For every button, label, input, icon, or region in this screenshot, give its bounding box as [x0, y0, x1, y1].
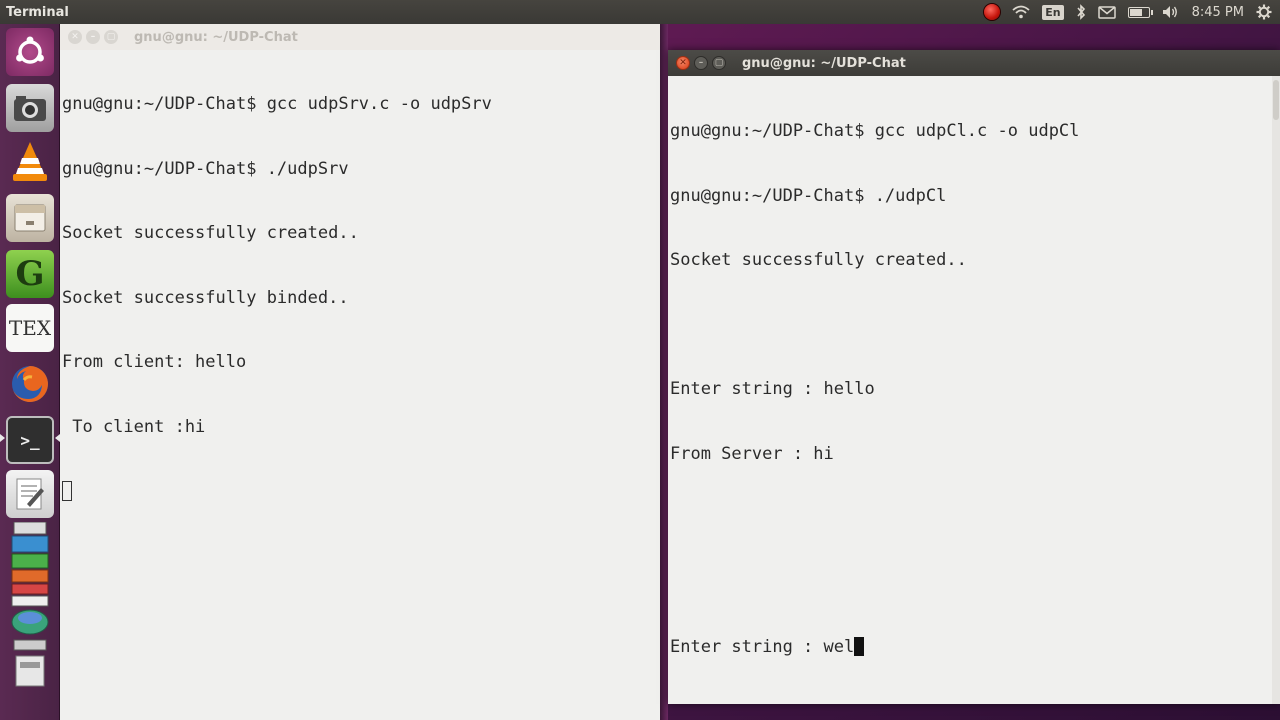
minimize-button[interactable]: –: [86, 30, 100, 44]
top-panel: Terminal En 8:45 PM: [0, 0, 1280, 24]
clock[interactable]: 8:45 PM: [1192, 0, 1244, 24]
active-indicator: [0, 434, 5, 442]
ubuntu-dash-icon[interactable]: [6, 28, 54, 76]
input-line[interactable]: Enter string : wel: [670, 637, 1278, 659]
file-manager-icon[interactable]: [6, 194, 54, 242]
texmaker-icon[interactable]: TEX: [6, 304, 54, 352]
terminal-line: Socket successfully binded..: [62, 287, 349, 308]
volume-icon[interactable]: [1162, 0, 1180, 24]
indicator-area: En 8:45 PM: [984, 0, 1272, 24]
terminal-line: Enter string : hello: [670, 379, 875, 399]
close-button[interactable]: ✕: [68, 30, 82, 44]
record-icon[interactable]: [984, 0, 1001, 24]
terminal-line: Socket successfully created..: [62, 223, 359, 243]
terminal-line: Socket successfully created..: [670, 250, 967, 270]
active-app-title: Terminal: [6, 4, 69, 20]
battery-icon[interactable]: [1127, 0, 1153, 24]
window-title: gnu@gnu: ~/UDP-Chat: [134, 29, 298, 45]
gear-icon[interactable]: [1256, 0, 1272, 24]
server-terminal-window[interactable]: ✕ – ▢ gnu@gnu: ~/UDP-Chat gnu@gnu:~/UDP-…: [60, 24, 660, 720]
terminal-line: gnu@gnu:~/UDP-Chat$ gcc udpCl.c -o udpCl: [670, 121, 1080, 141]
maximize-button[interactable]: ▢: [104, 30, 118, 44]
terminal-line: gnu@gnu:~/UDP-Chat$ ./udpCl: [670, 185, 947, 206]
server-terminal-output[interactable]: gnu@gnu:~/UDP-Chat$ gcc udpSrv.c -o udpS…: [60, 50, 660, 548]
stacked-apps-icon[interactable]: [6, 522, 54, 712]
close-button[interactable]: ✕: [676, 56, 690, 70]
geany-icon[interactable]: G: [6, 250, 54, 298]
terminal-line: From Server : hi: [670, 443, 834, 464]
terminal-line: gnu@gnu:~/UDP-Chat$ ./udpSrv: [62, 158, 349, 179]
language-label: En: [1042, 4, 1064, 20]
server-titlebar[interactable]: ✕ – ▢ gnu@gnu: ~/UDP-Chat: [60, 24, 660, 50]
bluetooth-icon[interactable]: [1076, 0, 1086, 24]
scrollbar[interactable]: [1272, 76, 1280, 704]
firefox-icon[interactable]: [6, 360, 54, 408]
terminal-icon[interactable]: >_: [6, 416, 54, 464]
terminal-line: From client: hello: [62, 352, 247, 372]
terminal-line: gnu@gnu:~/UDP-Chat$ gcc udpSrv.c -o udpS…: [62, 94, 492, 114]
launcher: G TEX >_: [0, 24, 60, 720]
client-titlebar[interactable]: ✕ – ▢ gnu@gnu: ~/UDP-Chat: [668, 50, 1280, 76]
client-terminal-window[interactable]: ✕ – ▢ gnu@gnu: ~/UDP-Chat gnu@gnu:~/UDP-…: [668, 50, 1280, 704]
camera-app-icon[interactable]: [6, 84, 54, 132]
text-editor-icon[interactable]: [6, 470, 54, 518]
keyboard-language-icon[interactable]: En: [1042, 0, 1064, 24]
cursor-line: [62, 481, 658, 503]
input-text: Enter string : wel: [670, 637, 855, 657]
client-terminal-output[interactable]: gnu@gnu:~/UDP-Chat$ gcc udpCl.c -o udpCl…: [668, 76, 1280, 704]
text-cursor: [62, 481, 72, 501]
window-title: gnu@gnu: ~/UDP-Chat: [742, 55, 906, 71]
maximize-button[interactable]: ▢: [712, 56, 726, 70]
minimize-button[interactable]: –: [694, 56, 708, 70]
desktop-gap: [660, 24, 668, 720]
wifi-icon[interactable]: [1012, 0, 1030, 24]
text-cursor: [854, 637, 865, 656]
scrollbar-thumb[interactable]: [1273, 80, 1279, 120]
mail-icon[interactable]: [1097, 0, 1116, 24]
vlc-icon[interactable]: [6, 138, 54, 186]
terminal-line: To client :hi: [62, 416, 206, 437]
